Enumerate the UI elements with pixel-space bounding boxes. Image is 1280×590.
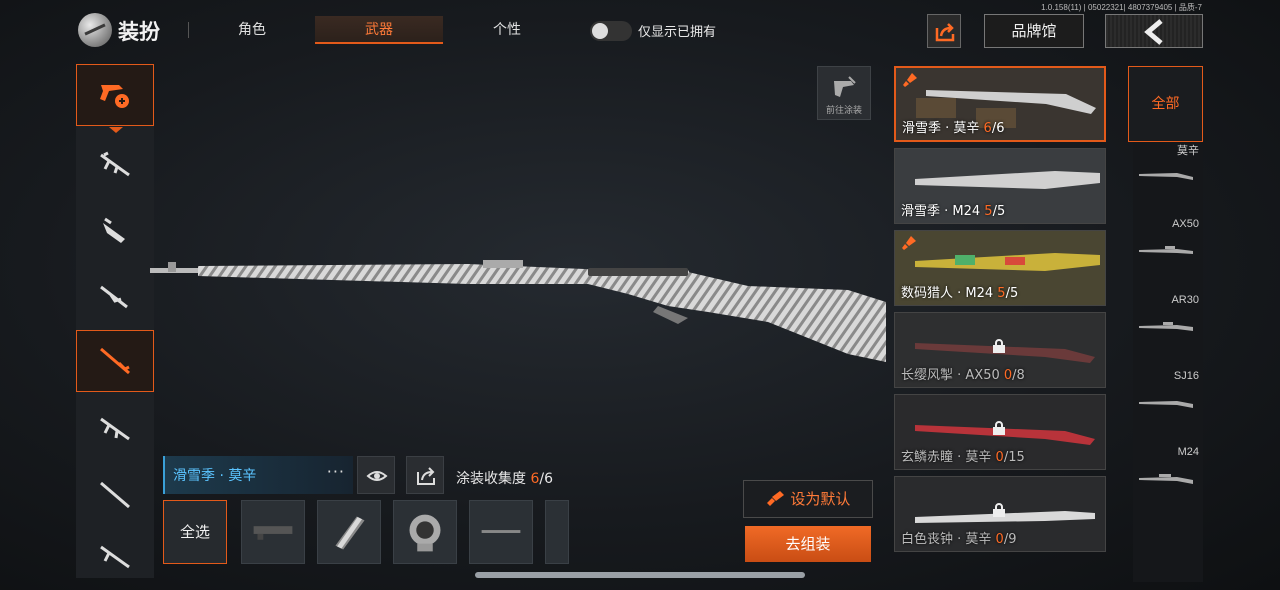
brush-icon	[902, 236, 916, 250]
category-assault-rifle[interactable]	[76, 134, 154, 196]
version-text: 1.0.158(11) | 05022321| 4807379405 | 品质-…	[1041, 3, 1202, 12]
share-button[interactable]	[927, 14, 961, 48]
brand-hall-button[interactable]: 品牌馆	[984, 14, 1084, 48]
skin-card-label: 白色丧钟 · 莫辛 0/9	[901, 532, 1017, 547]
brush-icon	[903, 73, 917, 87]
category-shotgun[interactable]	[76, 266, 154, 328]
select-all-parts-button[interactable]: 全选	[163, 500, 227, 564]
filter-item-label: 莫辛	[1177, 145, 1199, 157]
filter-item-label: M24	[1177, 446, 1199, 458]
category-sniper[interactable]	[76, 330, 154, 392]
rifle-silhouette-icon	[1139, 173, 1193, 180]
scope-mount-part-icon	[409, 514, 441, 552]
tab-personality[interactable]: 个性	[443, 16, 571, 44]
go-to-skin-button[interactable]: 前往涂装	[817, 66, 871, 120]
filter-item[interactable]: AX50	[1133, 218, 1203, 294]
muzzle-part-icon	[253, 526, 293, 540]
part-slot-muzzle[interactable]	[241, 500, 305, 564]
marksman-rifle-icon	[100, 417, 130, 441]
sniper-rifle-icon	[100, 347, 130, 375]
share-icon	[935, 23, 955, 42]
filter-item-label: AR30	[1171, 294, 1199, 306]
collection-label: 涂装收集度	[456, 471, 526, 487]
filter-item-label: SJ16	[1173, 370, 1199, 382]
barrel-part-icon	[481, 530, 521, 533]
eye-icon	[366, 471, 388, 481]
skin-card[interactable]: 玄鳞赤瞳 · 莫辛 0/15	[894, 394, 1106, 470]
all-weapons-icon	[100, 85, 129, 108]
part-slot-barrel[interactable]	[469, 500, 533, 564]
horizontal-scrollbar[interactable]	[475, 572, 805, 578]
skin-card-label: 玄鳞赤瞳 · 莫辛 0/15	[901, 450, 1025, 465]
owned-only-label: 仅显示已拥有	[638, 25, 717, 40]
filter-item-label: AX50	[1172, 218, 1199, 230]
category-lmg[interactable]	[76, 464, 154, 526]
skin-card[interactable]: 数码猎人 · M24 5/5	[894, 230, 1106, 306]
toggle-knob	[592, 23, 608, 39]
skin-card-label: 长缨风掣 · AX50 0/8	[901, 368, 1025, 383]
active-caret	[109, 127, 123, 133]
part-slot-scope-mount[interactable]	[393, 500, 457, 564]
set-default-button[interactable]: 设为默认	[743, 480, 873, 518]
rifle-silhouette-icon	[1139, 401, 1193, 408]
assault-rifle-icon	[100, 151, 130, 177]
category-marksman[interactable]	[76, 398, 154, 460]
skin-card-label: 数码猎人 · M24 5/5	[901, 286, 1019, 301]
current-skin-bar: 滑雪季 · 莫辛 ···	[163, 456, 353, 494]
category-smg[interactable]	[76, 200, 154, 262]
current-skin-name: 滑雪季 · 莫辛	[173, 468, 257, 484]
page-title: 装扮	[118, 20, 160, 44]
filter-item[interactable]: M24	[1133, 446, 1203, 522]
pistol-icon	[100, 545, 130, 569]
preview-button[interactable]	[357, 456, 395, 494]
rifle-silhouette-icon	[1139, 474, 1193, 484]
share-skin-button[interactable]	[406, 456, 444, 494]
go-to-skin-label: 前往涂装	[825, 106, 862, 116]
tab-character[interactable]: 角色	[188, 16, 316, 44]
smg-icon	[103, 217, 125, 243]
collection-total: /6	[539, 471, 553, 487]
skin-card-label: 滑雪季 · M24 5/5	[901, 204, 1006, 219]
weapon-filter-list: 莫辛 AX50 AR30 SJ16 M24	[1133, 142, 1203, 582]
skin-card[interactable]: 滑雪季 · M24 5/5	[894, 148, 1106, 224]
shotgun-icon	[100, 285, 128, 309]
filter-item[interactable]: SJ16	[1133, 370, 1203, 446]
skin-card[interactable]: 长缨风掣 · AX50 0/8	[894, 312, 1106, 388]
skin-card[interactable]: 白色丧钟 · 莫辛 0/9	[894, 476, 1106, 552]
lock-icon	[993, 503, 1005, 517]
skin-card[interactable]: 滑雪季 · 莫辛 6/6	[894, 66, 1106, 142]
mosin-rifle-preview	[150, 260, 886, 362]
part-slot-partial[interactable]	[545, 500, 569, 564]
skin-card-label: 滑雪季 · 莫辛 6/6	[902, 121, 1005, 136]
paint-gun-icon	[834, 76, 856, 97]
owned-only-toggle[interactable]	[590, 21, 632, 41]
tab-weapon[interactable]: 武器	[315, 16, 443, 44]
globe-logo-icon	[78, 13, 112, 47]
filter-item[interactable]: AR30	[1133, 294, 1203, 370]
category-all-weapons[interactable]	[76, 64, 154, 133]
more-options-button[interactable]: ···	[327, 462, 345, 481]
weapon-category-sidebar	[76, 64, 154, 578]
collection-progress: 涂装收集度 6/6	[456, 468, 553, 488]
part-slot-magazine[interactable]	[317, 500, 381, 564]
rifle-silhouette-icon	[1139, 246, 1193, 254]
category-pistol[interactable]	[76, 526, 154, 588]
lock-icon	[993, 421, 1005, 435]
back-arrow-icon	[1144, 19, 1163, 45]
filter-item[interactable]: 莫辛	[1133, 142, 1203, 218]
share-icon	[417, 467, 435, 485]
go-assemble-button[interactable]: 去组装	[745, 526, 871, 562]
brush-icon	[766, 491, 784, 506]
lock-icon	[993, 339, 1005, 353]
lmg-icon	[100, 481, 130, 509]
back-button[interactable]	[1105, 14, 1203, 48]
rifle-silhouette-icon	[1139, 322, 1193, 331]
magazine-part-icon	[335, 516, 365, 550]
set-default-label: 设为默认	[790, 490, 851, 508]
filter-all-button[interactable]: 全部	[1128, 66, 1203, 142]
